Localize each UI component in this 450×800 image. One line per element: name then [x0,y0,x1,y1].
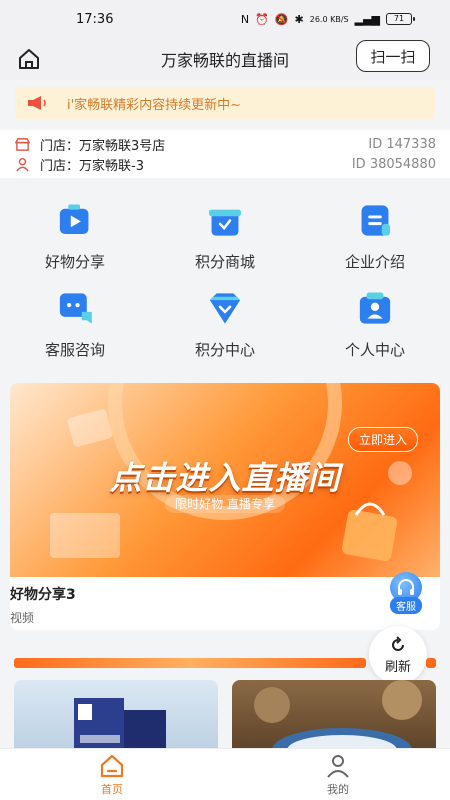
store-name: 门店：万家畅联3号店 [40,138,166,154]
chat-bubble-icon [59,293,92,324]
network-speed: 26.0 KB/S [309,14,349,24]
person-icon [14,156,30,172]
grid-item-share[interactable]: 好物分享 [10,192,140,272]
grid-item-company-intro[interactable]: 企业介绍 [310,192,440,272]
grid-item-label: 积分中心 [194,341,255,359]
grid-item-label: 客服咨询 [44,341,105,359]
notice-text: i'家畅联精彩内容持续更新中~ [67,97,242,113]
refresh-button[interactable]: 刷新 [369,626,427,684]
grid-item-points-mall[interactable]: 积分商城 [160,192,290,272]
enter-now-button[interactable]: 立即进入 [347,427,418,452]
grid-item-label: 积分商城 [194,253,255,271]
product-image [74,698,166,755]
user-card-icon [359,292,391,324]
megaphone-icon [28,96,46,110]
status-bar: 17:36 N ⏰ 🔕 ✱ 26.0 KB/S ▂▄▆ 71 [0,0,450,38]
alarm-icon: ⏰ [255,12,269,26]
store-row[interactable]: 门店：万家畅联-3 ID 38054880 [14,154,436,174]
refresh-label: 刷新 [384,659,411,675]
scan-button[interactable]: 扫一扫 [356,40,430,72]
store-id: ID 147338 [368,136,436,152]
card-title: 好物分享3 [10,587,76,603]
gift-box-icon [209,209,241,236]
store-name: 门店：万家畅联-3 [40,158,144,174]
grid-item-label: 好物分享 [44,253,105,271]
banner-strip [14,658,366,668]
grid-item-label: 个人中心 [344,341,405,359]
status-icons: N ⏰ 🔕 ✱ 26.0 KB/S ▂▄▆ 71 [240,12,415,26]
diamond-icon [209,293,241,324]
bluetooth-icon: ✱ [294,12,304,26]
store-icon [14,136,30,152]
store-row[interactable]: 门店：万家畅联3号店 ID 147338 [14,134,436,154]
banner-subline: 限时好物 直播专享 [10,495,440,513]
card-subtitle: 视频 [10,611,35,625]
tab-label: 首页 [101,783,123,796]
tab-label: 我的 [327,783,349,796]
refresh-icon [392,635,404,651]
product-card[interactable] [232,680,436,755]
signal-icon: ▂▄▆ [354,12,380,26]
customer-service-float[interactable]: 客服 [380,572,432,614]
tab-home[interactable]: 首页 [72,753,152,799]
bottom-tab-bar: 首页 我的 [0,748,450,800]
nfc-icon: N [240,12,250,26]
user-icon [327,755,349,778]
grid-item-personal-center[interactable]: 个人中心 [310,280,440,360]
store-id: ID 38054880 [351,156,436,172]
battery-icon: 71 [386,13,415,25]
banner-strip-end [426,658,436,668]
live-banner[interactable]: 立即进入 点击进入直播间 限时好物 直播专享 [10,383,440,577]
notice-banner[interactable]: i'家畅联精彩内容持续更新中~ [15,87,435,119]
product-image [254,680,422,755]
grid-item-label: 企业介绍 [344,253,405,271]
banner-subline-text: 限时好物 直播专享 [165,495,285,513]
home-icon [100,754,124,778]
customer-service-label: 客服 [390,597,422,614]
status-time: 17:36 [76,11,114,27]
header-bar: 万家畅联的直播间 扫一扫 [0,38,450,80]
live-room-card[interactable]: 立即进入 点击进入直播间 限时好物 直播专享 好物分享3 视频 [10,383,440,630]
banner-headline: 点击进入直播间 [109,459,341,497]
store-list: 门店：万家畅联3号店 ID 147338 门店：万家畅联-3 ID 380548… [0,130,450,178]
tab-mine[interactable]: 我的 [298,753,378,799]
product-card[interactable] [14,680,218,755]
video-play-icon [59,204,89,234]
mute-icon: 🔕 [274,12,289,26]
grid-item-customer-service[interactable]: 客服咨询 [10,280,140,360]
grid-item-points-center[interactable]: 积分中心 [160,280,290,360]
document-icon [361,205,391,236]
